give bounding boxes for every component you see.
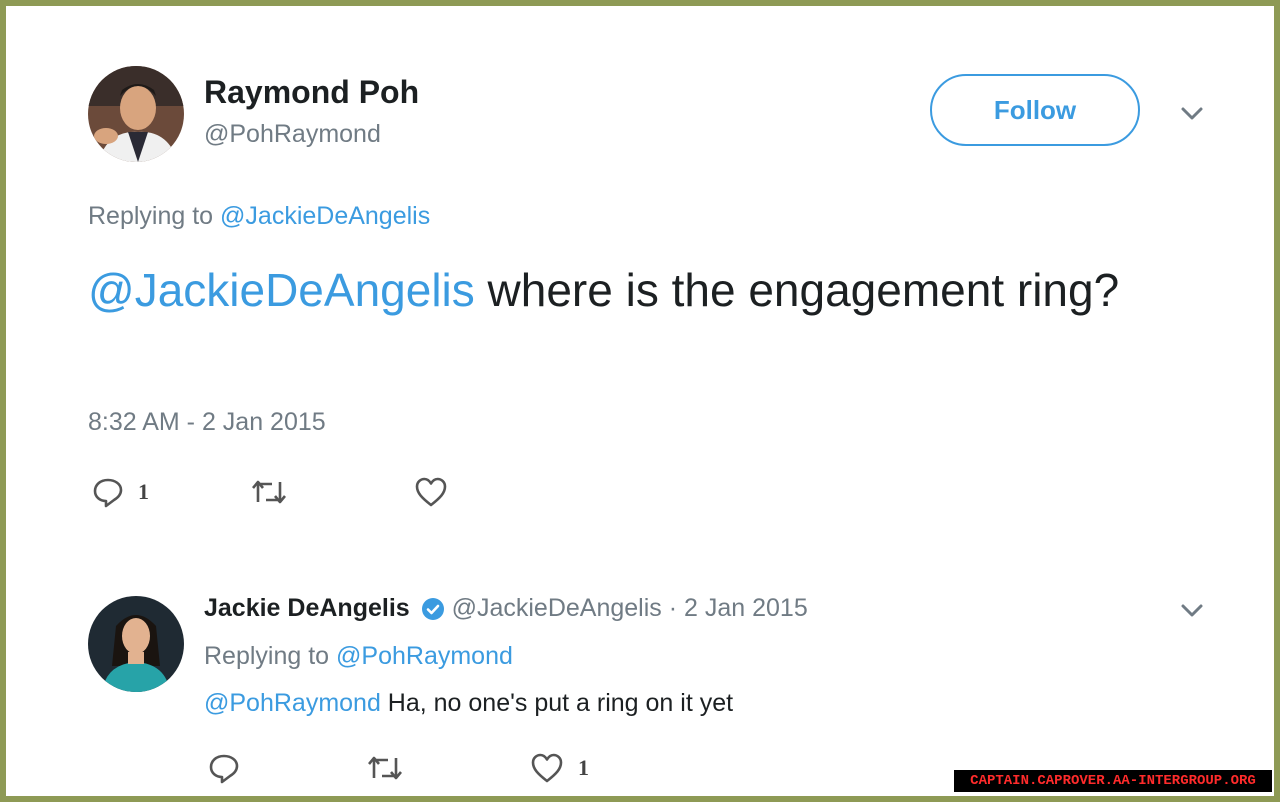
tweet-text: @JackieDeAngelis where is the engagement… — [88, 258, 1208, 322]
tweet-timestamp[interactable]: 8:32 AM - 2 Jan 2015 — [88, 408, 326, 437]
reply-body: Ha, no one's put a ring on it yet — [380, 689, 734, 717]
author-avatar[interactable] — [88, 66, 184, 162]
reply-author-line: Jackie DeAngelis @JackieDeAngelis · 2 Ja… — [204, 594, 808, 623]
reply-replying-to-prefix: Replying to — [204, 642, 330, 670]
reply-author-handle[interactable]: @JackieDeAngelis — [452, 594, 662, 622]
author-name[interactable]: Raymond Poh — [204, 74, 419, 111]
reply-like-count: 1 — [578, 755, 589, 780]
tweet-body: where is the engagement ring? — [474, 264, 1120, 316]
reply-replying-to-line: Replying to @PohRaymond — [204, 642, 513, 671]
follow-button[interactable]: Follow — [930, 74, 1140, 146]
reply-action[interactable]: 1 — [92, 476, 149, 508]
reply-reply-action[interactable] — [208, 752, 240, 784]
retweet-icon — [368, 756, 402, 780]
reply-replying-to-link[interactable]: @PohRaymond — [336, 642, 513, 670]
reply-author-name[interactable]: Jackie DeAngelis — [204, 594, 410, 622]
heart-icon — [531, 753, 563, 783]
reply-chevron-down-icon[interactable] — [1179, 602, 1205, 620]
retweet-action[interactable] — [250, 478, 288, 506]
reply-like-action[interactable]: 1 — [530, 752, 589, 784]
like-action[interactable] — [414, 476, 448, 508]
tweet-card: Raymond Poh @PohRaymond Follow Replying … — [6, 6, 1274, 796]
author-handle[interactable]: @PohRaymond — [204, 120, 381, 149]
reply-count: 1 — [138, 479, 149, 504]
verified-badge-icon — [421, 598, 444, 621]
replying-to-link[interactable]: @JackieDeAngelis — [220, 202, 430, 230]
reply-separator: · — [661, 594, 684, 622]
replying-to-line: Replying to @JackieDeAngelis — [88, 202, 430, 231]
heart-icon — [415, 477, 447, 507]
tweet-mention-link[interactable]: @JackieDeAngelis — [88, 264, 475, 316]
reply-icon — [209, 754, 239, 784]
reply-mention-link[interactable]: @PohRaymond — [204, 689, 381, 717]
reply-icon — [93, 478, 123, 508]
reply-author-avatar[interactable] — [88, 596, 184, 692]
chevron-down-icon[interactable] — [1179, 105, 1205, 123]
retweet-icon — [252, 480, 286, 504]
reply-date[interactable]: 2 Jan 2015 — [684, 594, 808, 622]
watermark: CAPTAIN.CAPROVER.AA-INTERGROUP.ORG — [954, 770, 1272, 792]
reply-retweet-action[interactable] — [366, 754, 404, 782]
replying-to-prefix: Replying to — [88, 202, 214, 230]
reply-text: @PohRaymond Ha, no one's put a ring on i… — [204, 689, 733, 718]
